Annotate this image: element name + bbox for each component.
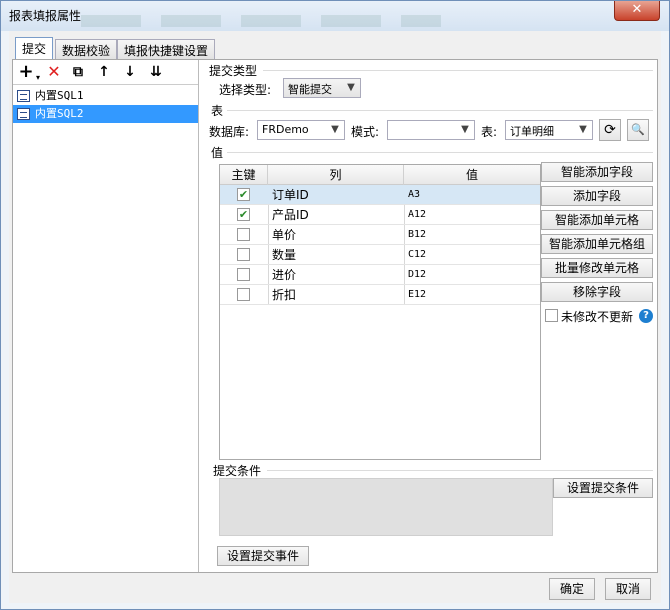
row-value: E12 bbox=[408, 289, 427, 300]
table-row[interactable]: 单价 B12 bbox=[220, 225, 540, 245]
key-checkbox[interactable] bbox=[237, 228, 250, 241]
row-value: A12 bbox=[408, 209, 427, 220]
row-column-name: 产品ID bbox=[272, 208, 309, 222]
submit-type-label: 选择类型: bbox=[219, 83, 272, 97]
batch-modify-cells-button[interactable]: 批量修改单元格 bbox=[541, 258, 653, 278]
chevron-down-icon: ▼ bbox=[347, 82, 355, 93]
smart-add-cell-group-button[interactable]: 智能添加单元格组 bbox=[541, 234, 653, 254]
database-icon bbox=[17, 108, 30, 120]
sql-list-pane: + ▾ ✕ ⧉ ↑ ↓ ⇊ 内置SQL1 内置SQL2 bbox=[13, 60, 199, 572]
key-checkbox[interactable] bbox=[237, 288, 250, 301]
divider bbox=[227, 152, 653, 153]
move-down-icon[interactable]: ↓ bbox=[121, 64, 139, 82]
row-value: A3 bbox=[408, 189, 421, 200]
divider bbox=[227, 110, 653, 111]
no-update-checkbox[interactable] bbox=[545, 309, 558, 322]
set-submit-event-button[interactable]: 设置提交事件 bbox=[217, 546, 309, 566]
table-row[interactable]: 进价 D12 bbox=[220, 265, 540, 285]
row-column-name: 数量 bbox=[272, 248, 297, 262]
table-label: 表: bbox=[481, 125, 498, 139]
help-icon[interactable]: ? bbox=[639, 309, 653, 323]
sql-item-label: 内置SQL2 bbox=[35, 107, 84, 120]
header-column: 列 bbox=[268, 165, 404, 185]
row-column-name: 单价 bbox=[272, 228, 297, 242]
values-section-label: 值 bbox=[211, 146, 224, 160]
dialog-window: 报表填报属性 ✕ 提交 数据校验 填报快捷键设置 + ▾ ✕ ⧉ ↑ ↓ ⇊ 内… bbox=[0, 0, 670, 610]
key-checkbox[interactable]: ✔ bbox=[237, 208, 250, 221]
mode-label: 模式: bbox=[351, 125, 380, 139]
key-checkbox[interactable] bbox=[237, 248, 250, 261]
key-checkbox[interactable]: ✔ bbox=[237, 188, 250, 201]
submit-type-section-label: 提交类型 bbox=[209, 64, 258, 78]
table-select[interactable]: 订单明细 ▼ bbox=[505, 120, 593, 140]
remove-field-button[interactable]: 移除字段 bbox=[541, 282, 653, 302]
divider bbox=[267, 470, 653, 471]
submit-type-value: 智能提交 bbox=[288, 83, 332, 96]
table-row[interactable]: 数量 C12 bbox=[220, 245, 540, 265]
preview-icon[interactable]: 🔍 bbox=[627, 119, 649, 141]
row-column-name: 订单ID bbox=[272, 188, 309, 202]
submit-type-select[interactable]: 智能提交 ▼ bbox=[283, 78, 361, 98]
values-grid[interactable]: 主键 列 值 ✔ 订单ID A3 ✔ 产品ID A12 单价 B12 数量 C1… bbox=[219, 164, 541, 460]
title-bar[interactable]: 报表填报属性 ✕ bbox=[1, 1, 669, 31]
divider bbox=[263, 70, 653, 71]
condition-section-label: 提交条件 bbox=[213, 464, 262, 478]
refresh-icon[interactable]: ⟳ bbox=[599, 119, 621, 141]
table-row[interactable]: 折扣 E12 bbox=[220, 285, 540, 305]
table-value: 订单明细 bbox=[510, 125, 554, 138]
chevron-down-icon: ▼ bbox=[461, 124, 469, 135]
delete-icon[interactable]: ✕ bbox=[45, 64, 63, 82]
set-submit-condition-button[interactable]: 设置提交条件 bbox=[553, 478, 653, 498]
database-label: 数据库: bbox=[209, 125, 250, 139]
table-section-label: 表 bbox=[211, 104, 224, 118]
sql-listbox[interactable]: 内置SQL1 内置SQL2 bbox=[13, 84, 198, 572]
list-item[interactable]: 内置SQL1 bbox=[13, 87, 198, 105]
cancel-button[interactable]: 取消 bbox=[605, 578, 651, 600]
dialog-client: 提交 数据校验 填报快捷键设置 + ▾ ✕ ⧉ ↑ ↓ ⇊ 内置SQL1 内置S… bbox=[9, 31, 661, 603]
table-row[interactable]: ✔ 产品ID A12 bbox=[220, 205, 540, 225]
tab-validation[interactable]: 数据校验 bbox=[55, 39, 118, 59]
close-button[interactable]: ✕ bbox=[614, 1, 660, 21]
smart-add-fields-button[interactable]: 智能添加字段 bbox=[541, 162, 653, 182]
sql-item-label: 内置SQL1 bbox=[35, 89, 84, 102]
tab-shortcut-settings[interactable]: 填报快捷键设置 bbox=[117, 39, 216, 59]
condition-display bbox=[219, 478, 553, 536]
chevron-down-icon: ▼ bbox=[331, 124, 339, 135]
no-update-label: 未修改不更新 bbox=[561, 310, 634, 324]
list-toolbar: + ▾ ✕ ⧉ ↑ ↓ ⇊ bbox=[13, 60, 198, 84]
dialog-title: 报表填报属性 bbox=[9, 9, 82, 23]
row-value: D12 bbox=[408, 269, 427, 280]
smart-add-cells-button[interactable]: 智能添加单元格 bbox=[541, 210, 653, 230]
database-icon bbox=[17, 90, 30, 102]
header-key: 主键 bbox=[220, 165, 268, 185]
blurred-background bbox=[81, 15, 441, 27]
move-bottom-icon[interactable]: ⇊ bbox=[147, 64, 165, 82]
row-value: C12 bbox=[408, 249, 427, 260]
tab-submit[interactable]: 提交 bbox=[15, 37, 54, 60]
database-value: FRDemo bbox=[262, 123, 309, 136]
row-column-name: 折扣 bbox=[272, 288, 297, 302]
key-checkbox[interactable] bbox=[237, 268, 250, 281]
add-field-button[interactable]: 添加字段 bbox=[541, 186, 653, 206]
list-item[interactable]: 内置SQL2 bbox=[13, 105, 198, 123]
properties-pane: 提交类型 选择类型: 智能提交 ▼ 表 数据库: FRDemo ▼ 模式: ▼ bbox=[203, 60, 657, 572]
grid-header: 主键 列 值 bbox=[220, 165, 540, 185]
row-column-name: 进价 bbox=[272, 268, 297, 282]
database-select[interactable]: FRDemo ▼ bbox=[257, 120, 345, 140]
mode-select[interactable]: ▼ bbox=[387, 120, 475, 140]
ok-button[interactable]: 确定 bbox=[549, 578, 595, 600]
header-value: 值 bbox=[465, 168, 478, 182]
table-row[interactable]: ✔ 订单ID A3 bbox=[220, 185, 540, 205]
copy-icon[interactable]: ⧉ bbox=[69, 64, 87, 82]
move-up-icon[interactable]: ↑ bbox=[95, 64, 113, 82]
row-value: B12 bbox=[408, 229, 427, 240]
chevron-down-icon: ▼ bbox=[579, 124, 587, 135]
submit-panel: + ▾ ✕ ⧉ ↑ ↓ ⇊ 内置SQL1 内置SQL2 提交类型 选择类型: 智… bbox=[12, 59, 658, 573]
